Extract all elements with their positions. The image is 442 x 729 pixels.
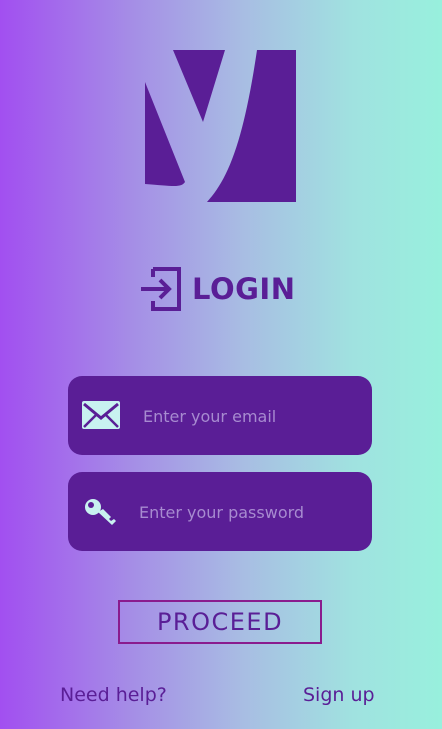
login-arrow-icon bbox=[141, 267, 181, 311]
login-heading: LOGIN bbox=[139, 265, 295, 313]
email-field[interactable] bbox=[68, 376, 372, 455]
password-field[interactable] bbox=[68, 472, 372, 551]
key-icon bbox=[85, 499, 116, 525]
proceed-button[interactable]: PROCEED bbox=[118, 600, 322, 644]
page-title: LOGIN bbox=[192, 272, 296, 306]
envelope-icon bbox=[82, 401, 120, 429]
sign-up-link[interactable]: Sign up bbox=[303, 684, 375, 706]
email-input[interactable] bbox=[143, 396, 358, 436]
need-help-link[interactable]: Need help? bbox=[60, 684, 167, 706]
password-input[interactable] bbox=[139, 492, 354, 532]
y-logo-icon bbox=[145, 50, 296, 202]
